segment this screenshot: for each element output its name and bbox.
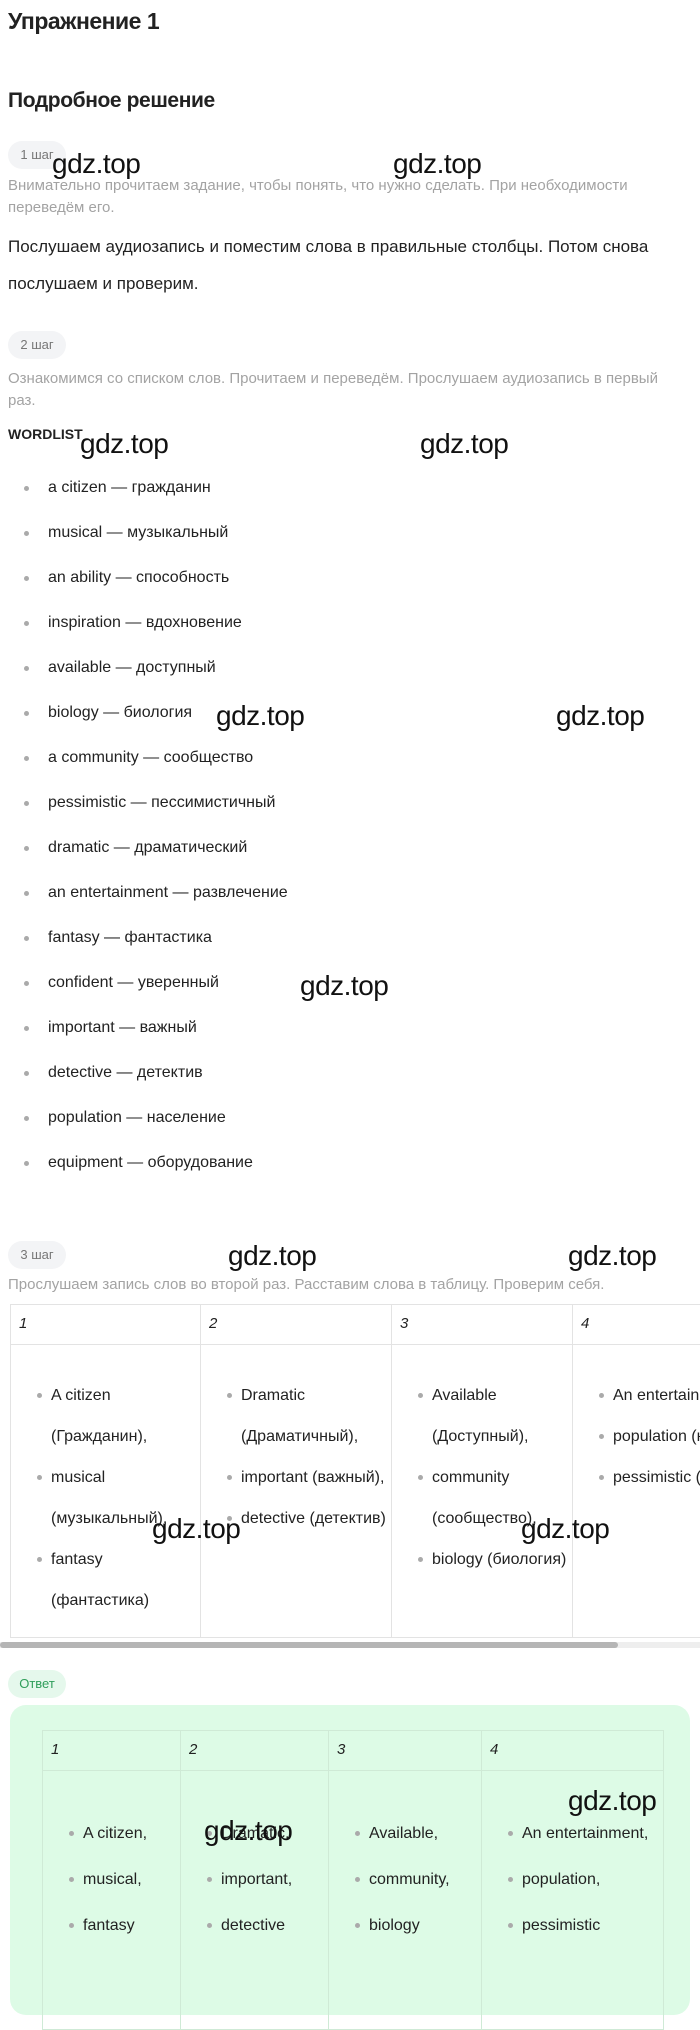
step-1-badge: 1 шаг bbox=[8, 141, 66, 169]
step-1-text: Послушаем аудиозапись и поместим слова в… bbox=[8, 228, 658, 302]
step-1-hint: Внимательно прочитаем задание, чтобы пон… bbox=[8, 175, 688, 219]
column-header: 3 bbox=[392, 1305, 573, 1345]
cell-item: An entertainment (Развлечение), bbox=[573, 1375, 700, 1416]
word-item: confident — уверенный bbox=[8, 971, 288, 1016]
horizontal-scrollbar[interactable] bbox=[0, 1642, 700, 1648]
word-item: inspiration — вдохновение bbox=[8, 611, 288, 656]
cell-item: pessimistic bbox=[482, 1903, 663, 1949]
word-item: population — население bbox=[8, 1106, 288, 1151]
cell-item: Available (Доступный), bbox=[392, 1375, 572, 1457]
word-item: equipment — оборудование bbox=[8, 1151, 288, 1196]
cell-item: pessimistic (пессимистичный) bbox=[573, 1457, 700, 1498]
word-item: musical — музыкальный bbox=[8, 521, 288, 566]
cell-item: community (сообщество), bbox=[392, 1457, 572, 1539]
table-cell: A citizen (Гражданин),musical (музыкальн… bbox=[11, 1345, 201, 1638]
section-title: Подробное решение bbox=[8, 89, 215, 113]
column-header: 3 bbox=[329, 1731, 482, 1771]
word-item: a community — сообщество bbox=[8, 746, 288, 791]
cell-item: musical (музыкальный), bbox=[11, 1457, 200, 1539]
watermark: gdz.top bbox=[420, 428, 508, 460]
wordlist-label: WORDLIST bbox=[8, 426, 83, 442]
cell-item: important (важный), bbox=[201, 1457, 391, 1498]
word-item: important — важный bbox=[8, 1016, 288, 1061]
watermark: gdz.top bbox=[300, 970, 388, 1002]
cell-item: detective (детектив) bbox=[201, 1498, 391, 1539]
column-header: 1 bbox=[43, 1731, 181, 1771]
column-header: 1 bbox=[11, 1305, 201, 1345]
cell-item: detective bbox=[181, 1903, 328, 1949]
step-2-badge: 2 шаг bbox=[8, 331, 66, 359]
column-header: 2 bbox=[201, 1305, 392, 1345]
table-cell: Available (Доступный),community (сообщес… bbox=[392, 1345, 573, 1638]
watermark: gdz.top bbox=[80, 428, 168, 460]
step-2-hint: Ознакомимся со списком слов. Прочитаем и… bbox=[8, 368, 688, 412]
cell-item: fantasy (фантастика) bbox=[11, 1539, 200, 1621]
step-3-table-scroll[interactable]: 1234 A citizen (Гражданин),musical (музык… bbox=[10, 1304, 700, 1638]
table-cell: An entertainment,population,pessimistic bbox=[482, 1771, 664, 2030]
answer-table: 1234 A citizen,musical,fantasyDramatic,im… bbox=[42, 1730, 664, 2030]
watermark: gdz.top bbox=[228, 1240, 316, 1272]
cell-item: population (население), bbox=[573, 1416, 700, 1457]
watermark: gdz.top bbox=[568, 1240, 656, 1272]
word-list: a citizen — гражданинmusical — музыкальн… bbox=[8, 476, 288, 1196]
word-item: pessimistic — пессимистичный bbox=[8, 791, 288, 836]
table-cell: Dramatic,important,detective bbox=[181, 1771, 329, 2030]
word-item: a citizen — гражданин bbox=[8, 476, 288, 521]
cell-item: fantasy bbox=[43, 1903, 180, 1949]
word-item: biology — биология bbox=[8, 701, 288, 746]
word-item: an entertainment — развлечение bbox=[8, 881, 288, 926]
cell-item: musical, bbox=[43, 1857, 180, 1903]
table-cell: An entertainment (Развлечение),populatio… bbox=[573, 1345, 700, 1638]
word-item: dramatic — драматический bbox=[8, 836, 288, 881]
cell-item: community, bbox=[329, 1857, 481, 1903]
column-header: 4 bbox=[573, 1305, 700, 1345]
word-item: an ability — способность bbox=[8, 566, 288, 611]
scrollbar-thumb[interactable] bbox=[0, 1642, 618, 1648]
table-cell: Available,community,biology bbox=[329, 1771, 482, 2030]
cell-item: Available, bbox=[329, 1811, 481, 1857]
answer-badge: Ответ bbox=[8, 1670, 66, 1698]
step-3-table: 1234 A citizen (Гражданин),musical (музык… bbox=[10, 1304, 700, 1638]
cell-item: important, bbox=[181, 1857, 328, 1903]
cell-item: An entertainment, bbox=[482, 1811, 663, 1857]
table-cell: A citizen,musical,fantasy bbox=[43, 1771, 181, 2030]
table-cell: Dramatic (Драматичный),important (важный… bbox=[201, 1345, 392, 1638]
cell-item: Dramatic, bbox=[181, 1811, 328, 1857]
answer-box: 1234 A citizen,musical,fantasyDramatic,im… bbox=[10, 1705, 690, 2015]
page-title: Упражнение 1 bbox=[8, 8, 159, 35]
word-item: detective — детектив bbox=[8, 1061, 288, 1106]
cell-item: A citizen (Гражданин), bbox=[11, 1375, 200, 1457]
cell-item: biology bbox=[329, 1903, 481, 1949]
word-item: available — доступный bbox=[8, 656, 288, 701]
watermark: gdz.top bbox=[556, 700, 644, 732]
cell-item: biology (биология) bbox=[392, 1539, 572, 1580]
cell-item: Dramatic (Драматичный), bbox=[201, 1375, 391, 1457]
word-item: fantasy — фантастика bbox=[8, 926, 288, 971]
cell-item: A citizen, bbox=[43, 1811, 180, 1857]
step-3-badge: 3 шаг bbox=[8, 1241, 66, 1269]
step-3-hint: Прослушаем запись слов во второй раз. Ра… bbox=[8, 1274, 688, 1296]
column-header: 4 bbox=[482, 1731, 664, 1771]
column-header: 2 bbox=[181, 1731, 329, 1771]
cell-item: population, bbox=[482, 1857, 663, 1903]
